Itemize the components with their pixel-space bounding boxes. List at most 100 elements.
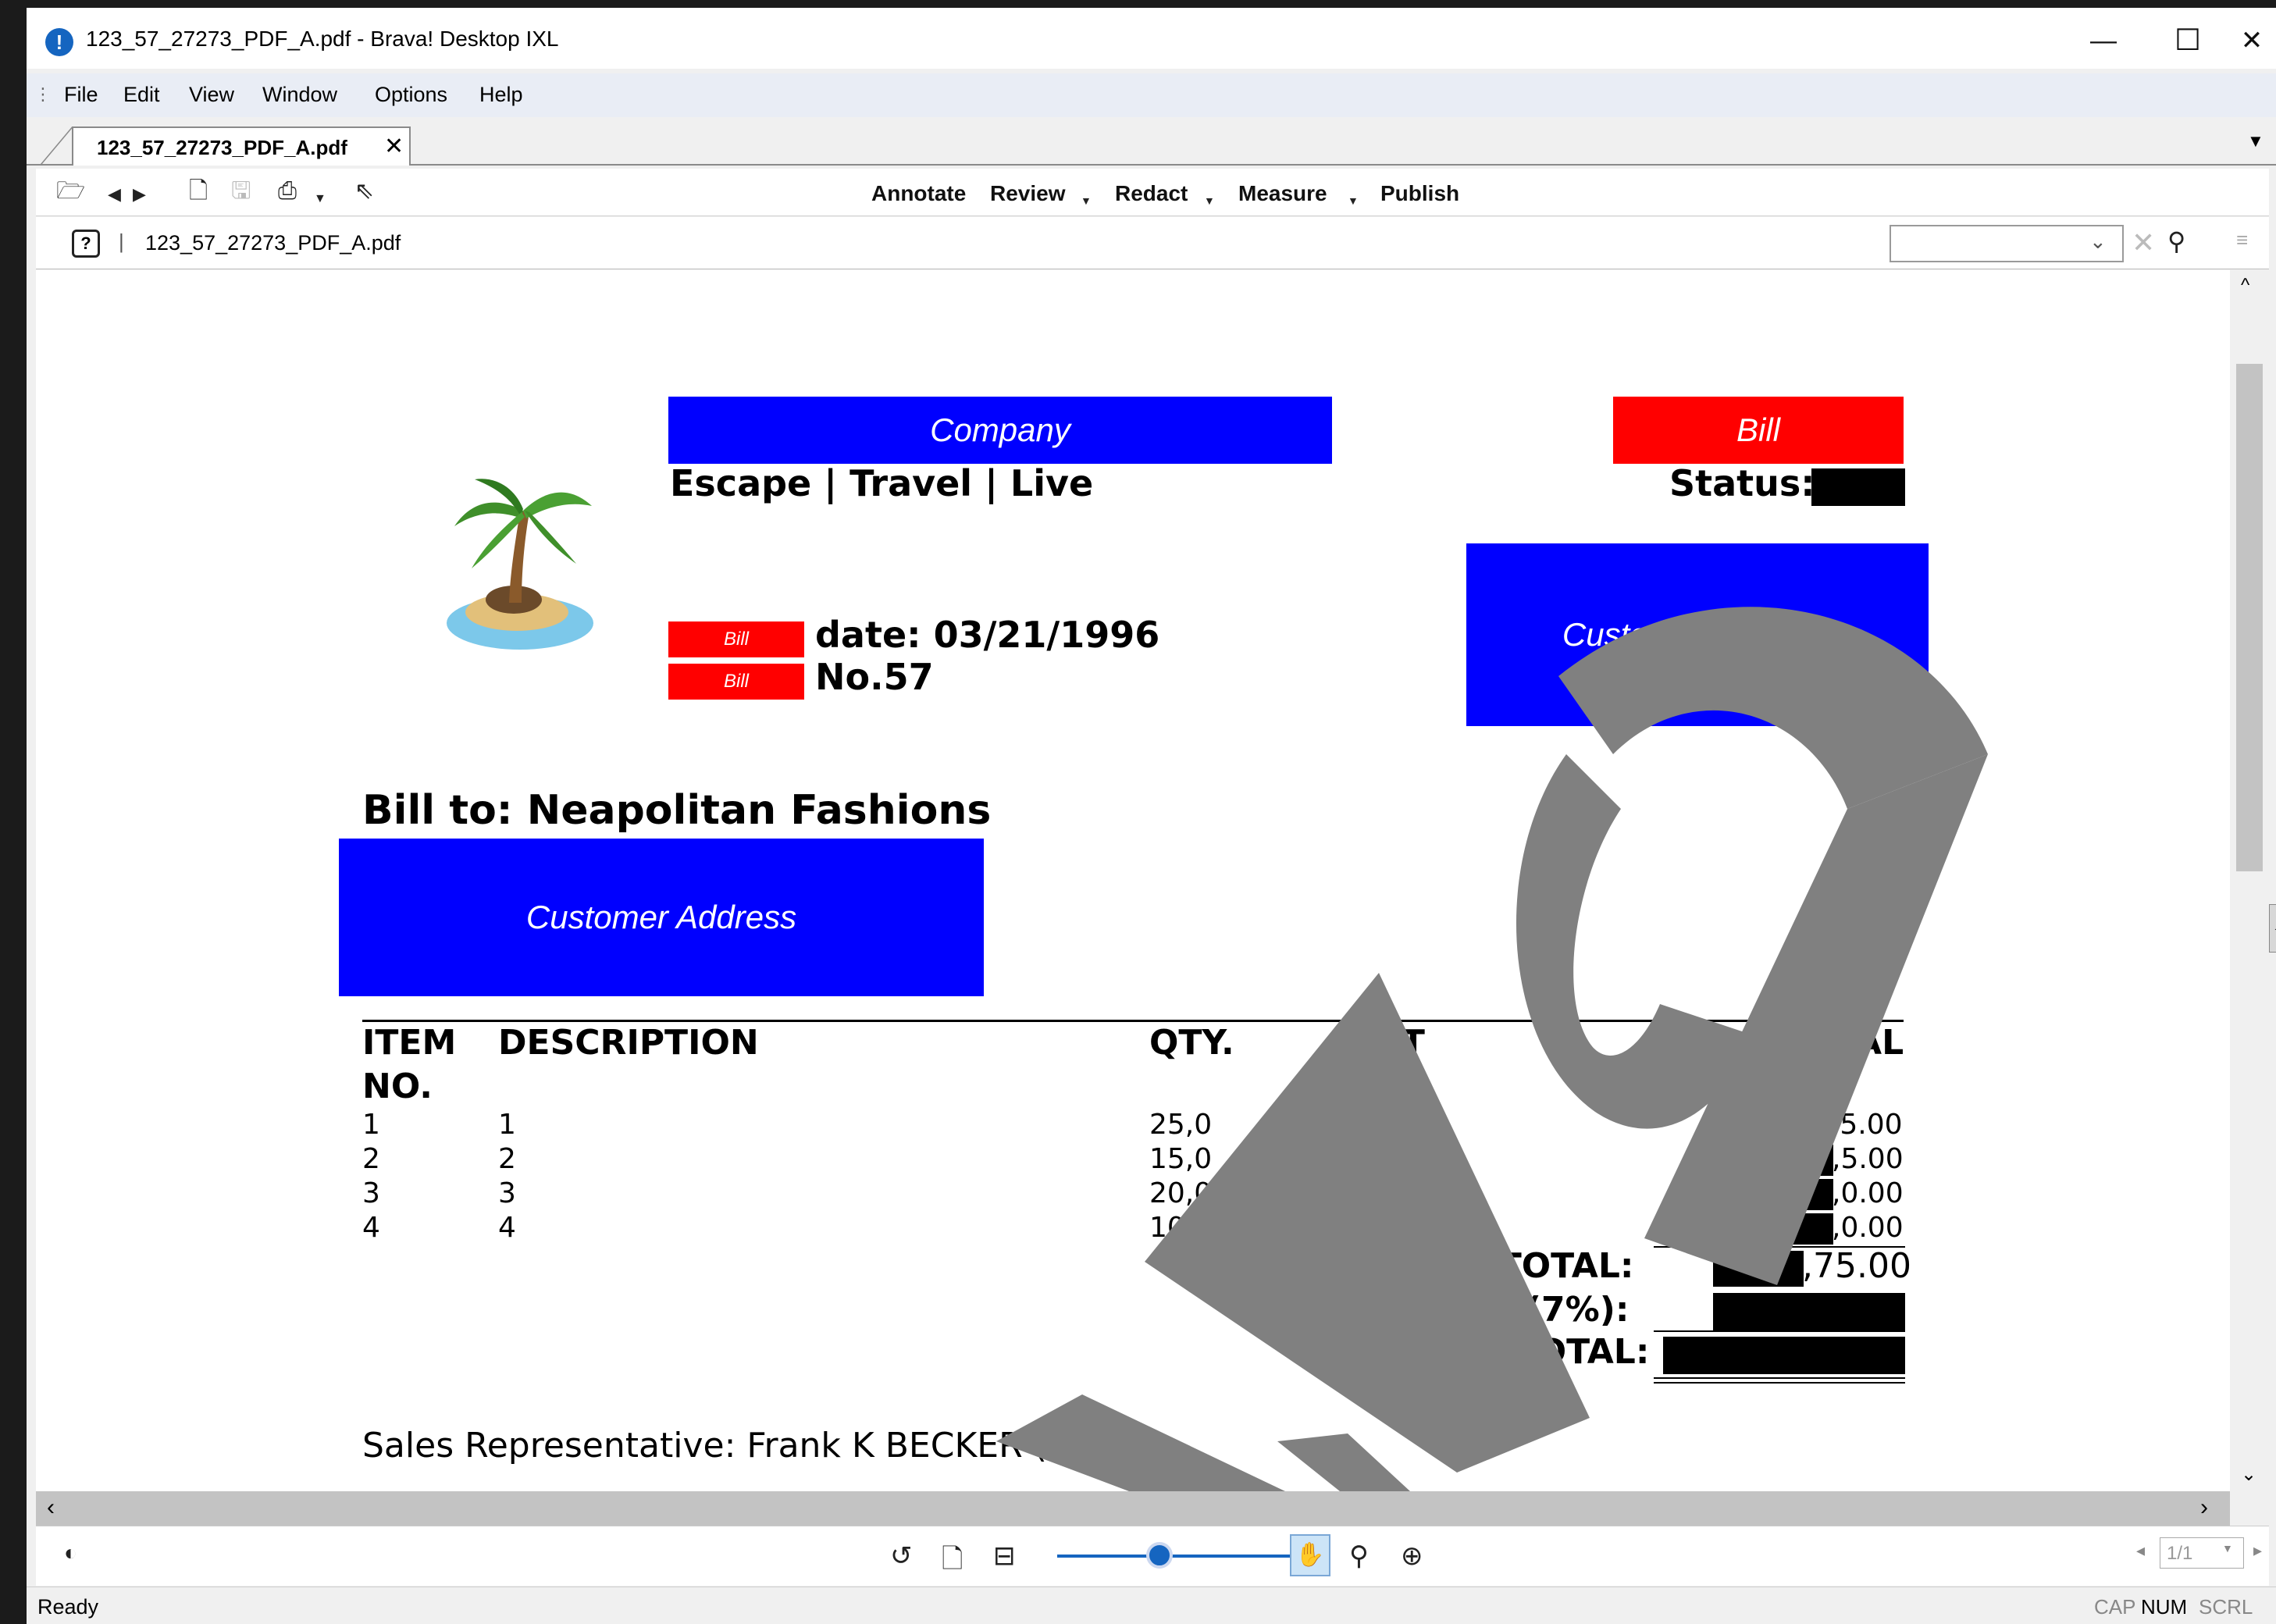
redact-menu[interactable]: Redact bbox=[1115, 181, 1188, 206]
fit-page-icon[interactable]: 🗋 bbox=[942, 1540, 963, 1585]
search-history-chevron-icon[interactable]: ⌄ bbox=[2089, 230, 2107, 254]
grand-total-label: GRAND TOTAL: bbox=[1363, 1332, 1650, 1372]
status-ready: Ready bbox=[37, 1595, 99, 1619]
zoom-slider-track[interactable] bbox=[1057, 1555, 1291, 1558]
search-clear-icon[interactable]: ✕ bbox=[2132, 226, 2155, 259]
grand-total-redaction bbox=[1663, 1337, 1905, 1374]
redact-dropdown-icon[interactable]: ▼ bbox=[1204, 189, 1215, 212]
search-options-icon[interactable]: ≡ bbox=[2236, 228, 2248, 252]
document-tab-label: 123_57_27273_PDF_A.pdf bbox=[97, 136, 347, 159]
grand-total-rule-1 bbox=[1654, 1377, 1905, 1379]
tax-rule bbox=[1654, 1330, 1905, 1332]
help-icon[interactable]: ? bbox=[72, 230, 100, 258]
row-3-description: 3 bbox=[498, 1177, 516, 1209]
scroll-right-icon[interactable]: › bbox=[2200, 1494, 2208, 1521]
scroll-down-icon[interactable]: ⌄ bbox=[2241, 1463, 2256, 1486]
document-tab[interactable]: 123_57_27273_PDF_A.pdf ✕ bbox=[72, 126, 411, 166]
zoom-in-icon[interactable]: ⊕ bbox=[1401, 1540, 1423, 1572]
pan-hand-icon[interactable]: ✋ bbox=[1290, 1534, 1330, 1576]
col-header-unit: UNIT bbox=[1332, 1023, 1425, 1063]
select-pointer-icon[interactable]: ⇖ bbox=[354, 180, 374, 203]
menu-help[interactable]: Help bbox=[479, 83, 523, 107]
document-tab-bar: 123_57_27273_PDF_A.pdf ✕ ▼ bbox=[27, 122, 2276, 166]
page-dropdown-icon[interactable]: ▼ bbox=[2222, 1542, 2233, 1555]
row-2-total-redaction bbox=[1776, 1145, 1833, 1176]
publish-menu[interactable]: Publish bbox=[1380, 181, 1459, 206]
vertical-scroll-thumb[interactable] bbox=[2236, 364, 2263, 871]
col-header-no: NO. bbox=[362, 1067, 433, 1106]
subtotal-value: ,75.00 bbox=[1802, 1246, 1911, 1286]
document-viewport[interactable]: Company Bill Escape | Travel | Live Stat… bbox=[36, 270, 2230, 1491]
search-input[interactable] bbox=[1890, 225, 2124, 262]
maximize-button[interactable]: ☐ bbox=[2149, 19, 2227, 62]
zoom-area-icon[interactable]: ⚲ bbox=[1349, 1540, 1369, 1572]
company-tagline: Escape | Travel | Live bbox=[670, 462, 1094, 504]
status-redaction bbox=[1811, 468, 1905, 506]
company-field: Company bbox=[668, 397, 1332, 464]
grand-total-rule-2 bbox=[1654, 1382, 1905, 1384]
bill-date: date: 03/21/1996 bbox=[815, 614, 1160, 656]
tax-redaction bbox=[1713, 1293, 1905, 1330]
tab-list-dropdown-icon[interactable]: ▼ bbox=[2247, 131, 2264, 151]
window-title: 123_57_27273_PDF_A.pdf - Brava! Desktop … bbox=[86, 27, 559, 51]
row-3-qty: 20,0 bbox=[1149, 1177, 1213, 1209]
review-dropdown-icon[interactable]: ▼ bbox=[1081, 189, 1092, 212]
menu-window[interactable]: Window bbox=[262, 83, 337, 107]
prev-page-icon[interactable]: ◂ bbox=[2136, 1540, 2145, 1561]
bill-number-label: Bill bbox=[668, 664, 804, 700]
tab-close-icon[interactable]: ✕ bbox=[384, 133, 404, 160]
menu-grip-icon[interactable]: ⋮ bbox=[34, 84, 52, 105]
row-3-item: 3 bbox=[362, 1177, 380, 1209]
document-path: 123_57_27273_PDF_A.pdf bbox=[145, 231, 401, 255]
status-label: Status: bbox=[1669, 462, 1815, 504]
open-folder-icon[interactable]: 🗁 bbox=[56, 180, 85, 203]
print-icon[interactable]: ⎙ bbox=[278, 180, 297, 203]
menu-edit[interactable]: Edit bbox=[123, 83, 160, 107]
row-3-total: ,0.00 bbox=[1832, 1177, 1904, 1209]
row-3-unit-price-redaction bbox=[1301, 1179, 1341, 1210]
bill-to-heading: Bill to: Neapolitan Fashions bbox=[362, 787, 992, 834]
measure-menu[interactable]: Measure bbox=[1238, 181, 1327, 206]
contrast-icon[interactable]: ◐ bbox=[64, 1540, 77, 1565]
forward-icon[interactable]: ▶ bbox=[133, 183, 146, 206]
search-icon[interactable]: ⚲ bbox=[2167, 226, 2185, 256]
app-window: ! 123_57_27273_PDF_A.pdf - Brava! Deskto… bbox=[27, 8, 2276, 1624]
row-4-total-redaction bbox=[1763, 1213, 1833, 1245]
minimize-button[interactable]: — bbox=[2064, 19, 2142, 62]
next-page-icon[interactable]: ▸ bbox=[2253, 1540, 2262, 1561]
col-header-total: TOTAL bbox=[1782, 1023, 1904, 1063]
menu-file[interactable]: File bbox=[64, 83, 98, 107]
palm-island-logo bbox=[447, 479, 593, 650]
menu-options[interactable]: Options bbox=[375, 83, 447, 107]
scroll-up-icon[interactable]: ^ bbox=[2241, 275, 2249, 297]
annotate-menu[interactable]: Annotate bbox=[871, 181, 966, 206]
view-controls-bar: ◐ ↺ 🗋 ⊟ ✋ ⚲ ⊕ ◂ 1/1 ▼ ▸ bbox=[36, 1526, 2269, 1586]
row-4-unit-price-redaction bbox=[1301, 1213, 1359, 1245]
menu-bar: ⋮ File Edit View Window Options Help bbox=[27, 73, 2276, 117]
save-icon[interactable]: 🖫 bbox=[231, 180, 251, 203]
main-toolbar: 🗁 ◀ ▶ 🗋 🖫 ⎙ ▼ ⇖ Annotate Review ▼ Redact… bbox=[36, 169, 2269, 216]
document-properties-icon[interactable]: 🗋 bbox=[189, 180, 208, 203]
sales-representative: Sales Representative: Frank K BECKER ( F… bbox=[362, 1426, 1149, 1466]
measure-dropdown-icon[interactable]: ▼ bbox=[1348, 189, 1359, 212]
bill-to-address-field: Customer Address bbox=[339, 839, 984, 996]
menu-view[interactable]: View bbox=[189, 83, 234, 107]
fit-width-icon[interactable]: ⊟ bbox=[993, 1540, 1016, 1572]
table-top-rule bbox=[362, 1020, 1904, 1022]
row-2-unit-price-redaction bbox=[1318, 1145, 1359, 1176]
scroll-left-icon[interactable]: ‹ bbox=[47, 1494, 55, 1521]
zoom-slider-knob[interactable] bbox=[1146, 1542, 1173, 1569]
row-1-item: 1 bbox=[362, 1109, 380, 1141]
status-bar: Ready CAP NUM SCRL bbox=[27, 1587, 2276, 1624]
vertical-scrollbar[interactable]: ^ ⌄ bbox=[2230, 270, 2269, 1491]
rotate-icon[interactable]: ↺ bbox=[890, 1540, 913, 1572]
back-icon[interactable]: ◀ bbox=[108, 183, 121, 206]
review-menu[interactable]: Review bbox=[990, 181, 1066, 206]
row-4-item: 4 bbox=[362, 1212, 380, 1244]
side-panel-toggle-icon[interactable]: ◂ bbox=[2269, 904, 2276, 953]
col-header-item: ITEM bbox=[362, 1023, 457, 1063]
close-window-button[interactable]: ✕ bbox=[2228, 19, 2275, 62]
horizontal-scrollbar[interactable]: ‹ › bbox=[36, 1491, 2230, 1526]
row-2-unit-price: ,5.00 bbox=[1357, 1143, 1429, 1175]
print-dropdown-icon[interactable]: ▼ bbox=[314, 187, 326, 211]
